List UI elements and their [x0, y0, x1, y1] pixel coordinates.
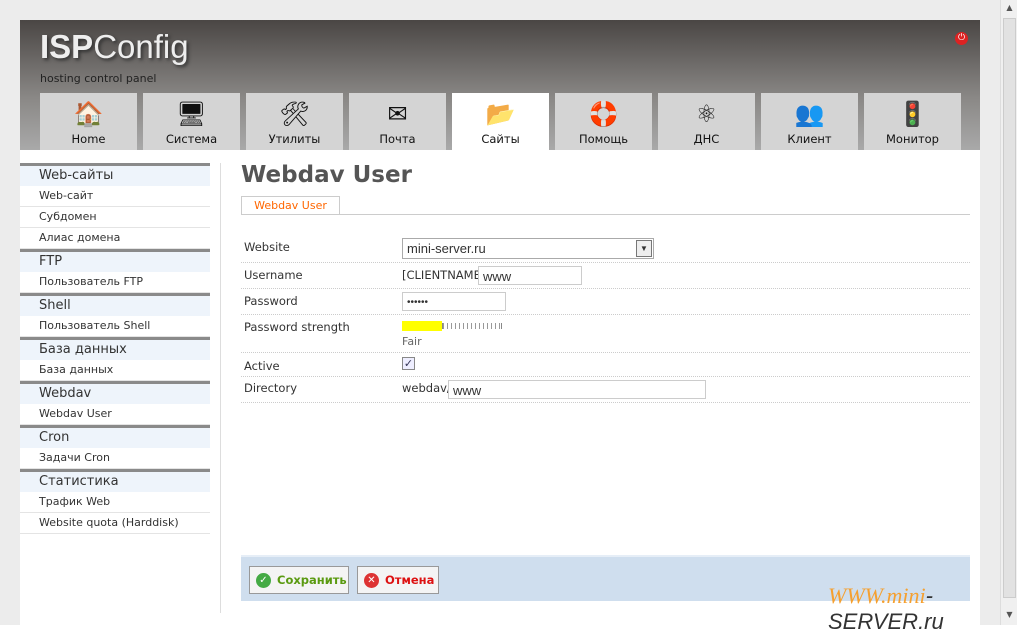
strength-row: Password strength Fair [241, 315, 970, 353]
sidebar-item[interactable]: Пользователь FTP [20, 272, 210, 293]
chevron-down-icon[interactable]: ▼ [636, 240, 652, 257]
tab-8[interactable]: 🚦 Монитор [864, 93, 961, 150]
username-row: Username [CLIENTNAME] www [241, 263, 970, 289]
tab-label: Home [71, 132, 106, 146]
website-select[interactable]: mini-server.ru ▼ [402, 238, 654, 259]
scrollbar[interactable]: ▲ ▼ [1000, 0, 1017, 625]
watermark-a: WWW.mini [828, 583, 926, 608]
tab-icon: ✉ [387, 100, 408, 128]
active-checkbox[interactable]: ✓ [402, 357, 415, 370]
sidebar-section: Shell [20, 293, 210, 316]
sidebar: Web-сайты Web-сайт Субдомен Алиас домена FTP… [20, 163, 210, 534]
tab-webdav-user[interactable]: Webdav User [241, 196, 340, 215]
tagline: hosting control panel [40, 72, 157, 85]
check-icon: ✓ [256, 573, 271, 588]
save-label: Сохранить [277, 573, 347, 587]
sidebar-section: База данных [20, 337, 210, 360]
logo: ISPConfig [40, 28, 189, 66]
page-background [0, 0, 20, 625]
page-background [0, 0, 1000, 20]
sidebar-item[interactable]: Алиас домена [20, 228, 210, 249]
directory-row: Directory webdav/ www [241, 377, 970, 403]
tab-7[interactable]: 👥 Клиент [761, 93, 858, 150]
directory-prefix: webdav/ [402, 381, 451, 395]
directory-label: Directory [244, 381, 298, 395]
sidebar-item[interactable]: Трафик Web [20, 492, 210, 513]
tab-2[interactable]: 🛠 Утилиты [246, 93, 343, 150]
active-row: Active ✓ [241, 353, 970, 377]
tab-icon: 🖥 [176, 100, 207, 128]
tab-label: Монитор [886, 132, 939, 146]
tab-4[interactable]: 📂 Сайты [452, 93, 549, 150]
cancel-icon: ✕ [364, 573, 379, 588]
sidebar-section: Cron [20, 425, 210, 448]
tab-label: Утилиты [268, 132, 321, 146]
logo-rest: Config [93, 28, 189, 65]
sidebar-item[interactable]: Субдомен [20, 207, 210, 228]
sidebar-section: Web-сайты [20, 163, 210, 186]
tab-label: Почта [379, 132, 416, 146]
strength-bar [402, 321, 442, 331]
page-background [980, 0, 1000, 625]
username-prefix: [CLIENTNAME] [402, 268, 486, 282]
tab-label: Система [165, 132, 218, 146]
tab-6[interactable]: ⚛ ДНС [658, 93, 755, 150]
strength-text: Fair [402, 335, 422, 348]
directory-input[interactable]: www [448, 380, 706, 399]
logo-bold: ISP [40, 28, 94, 65]
tab-icon: 🚦 [897, 100, 928, 128]
username-input[interactable]: www [478, 266, 582, 285]
sidebar-item[interactable]: Пользователь Shell [20, 316, 210, 337]
scrollbar-thumb[interactable] [1003, 18, 1016, 598]
password-row: Password •••••• [241, 289, 970, 315]
tab-label: Сайты [481, 132, 520, 146]
cancel-button[interactable]: ✕ Отмена [357, 566, 439, 594]
sidebar-item[interactable]: Website quota (Harddisk) [20, 513, 210, 534]
divider [241, 214, 970, 215]
website-label: Website [244, 240, 290, 254]
sidebar-item[interactable]: Webdav User [20, 404, 210, 425]
sidebar-section: Webdav [20, 381, 210, 404]
save-button[interactable]: ✓ Сохранить [249, 566, 349, 594]
password-input[interactable]: •••••• [402, 292, 506, 311]
header: ISPConfig hosting control panel ⏻ 🏠 Home 🖥… [20, 20, 980, 150]
tab-0[interactable]: 🏠 Home [40, 93, 137, 150]
scroll-up-icon[interactable]: ▲ [1001, 0, 1017, 16]
tab-label: Клиент [787, 132, 832, 146]
tab-icon: 🛠 [279, 100, 310, 128]
page-title: Webdav User [241, 162, 412, 188]
cancel-label: Отмена [385, 573, 435, 587]
sidebar-item[interactable]: Web-сайт [20, 186, 210, 207]
tab-icon: ⚛ [695, 100, 718, 128]
watermark: WWW.mini-SERVER.ru [828, 583, 1017, 635]
tab-label: Помощь [578, 132, 628, 146]
tab-label: ДНС [693, 132, 720, 146]
tab-icon: 📂 [485, 100, 516, 128]
strength-label: Password strength [244, 320, 350, 334]
website-row: Website mini-server.ru ▼ [241, 236, 970, 263]
tab-icon: 👥 [794, 100, 825, 128]
strength-scale [442, 323, 502, 329]
tab-1[interactable]: 🖥 Система [143, 93, 240, 150]
sidebar-section: FTP [20, 249, 210, 272]
tab-icon: 🏠 [73, 100, 104, 128]
tab-5[interactable]: 🛟 Помощь [555, 93, 652, 150]
scroll-down-icon[interactable]: ▼ [1001, 607, 1017, 623]
tab-3[interactable]: ✉ Почта [349, 93, 446, 150]
sidebar-item[interactable]: Задачи Cron [20, 448, 210, 469]
active-label: Active [244, 359, 280, 373]
username-label: Username [244, 268, 303, 282]
logout-icon[interactable]: ⏻ [955, 32, 968, 45]
divider [220, 163, 221, 613]
sidebar-section: Статистика [20, 469, 210, 492]
password-label: Password [244, 294, 298, 308]
sidebar-item[interactable]: База данных [20, 360, 210, 381]
tab-icon: 🛟 [588, 100, 619, 128]
website-value: mini-server.ru [407, 241, 486, 256]
